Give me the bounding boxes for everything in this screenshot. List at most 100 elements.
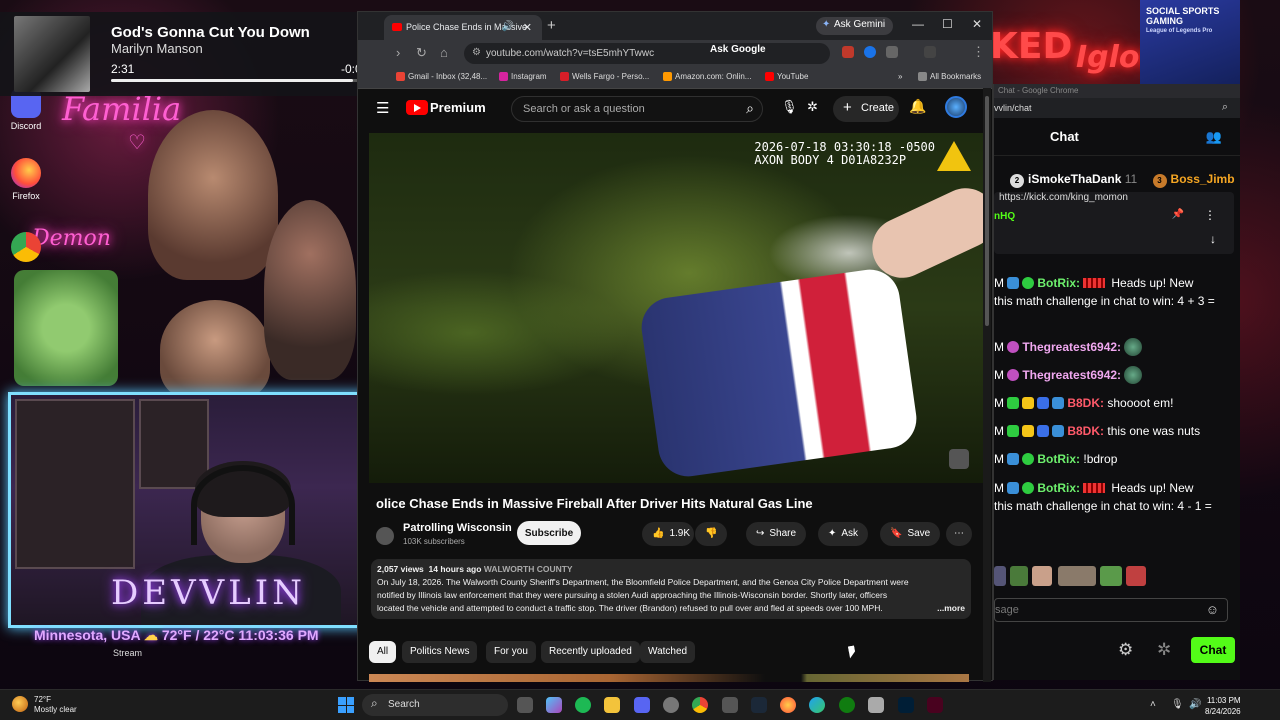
extension-icon[interactable] — [864, 46, 876, 58]
emote-icon[interactable] — [1010, 566, 1028, 586]
copilot-icon[interactable] — [546, 697, 562, 713]
desktop-icon-firefox[interactable]: Firefox — [6, 158, 46, 201]
chip-politics-news[interactable]: Politics News — [402, 641, 478, 663]
page-scrollbar[interactable] — [983, 88, 991, 682]
chip-for-you[interactable]: For you — [486, 641, 536, 663]
chat-username[interactable]: Thegreatest6942: — [1022, 340, 1121, 354]
pinned-message[interactable]: https://kick.com/king_momon nHQ 📌 ⋮ ↓ — [994, 192, 1234, 254]
profile-icon[interactable] — [924, 46, 936, 58]
volume-icon[interactable]: 🔊 — [1189, 699, 1201, 710]
pin-icon[interactable]: 📌 — [1172, 209, 1184, 220]
bookmark-instagram[interactable]: Instagram — [499, 72, 547, 81]
minimize-button[interactable]: — — [912, 17, 924, 31]
app-icon[interactable] — [868, 697, 884, 713]
file-explorer-icon[interactable] — [604, 697, 620, 713]
taskbar-search[interactable]: ⌕ Search — [362, 694, 508, 716]
leader-name[interactable]: Boss_Jimb — [1171, 172, 1235, 186]
chat-username[interactable]: BotRix: — [1037, 276, 1080, 290]
description-box[interactable]: 2,057 views 14 hours ago WALWORTH COUNTY… — [371, 559, 971, 619]
taskbar-clock[interactable]: 11:03 PM 8/24/2026 — [1205, 695, 1241, 717]
all-bookmarks[interactable]: All Bookmarks — [918, 72, 981, 81]
menu-icon[interactable]: ☰ — [376, 99, 389, 117]
dislike-button[interactable]: 👎 — [695, 522, 727, 546]
reload-icon[interactable]: ↻ — [416, 45, 427, 61]
gem-icon[interactable]: ✲ — [807, 99, 818, 115]
start-button[interactable] — [338, 697, 354, 713]
more-link[interactable]: ...more — [933, 602, 965, 615]
maximize-button[interactable]: ☐ — [942, 17, 953, 31]
settings-gear-icon[interactable]: ⚙ — [1118, 640, 1133, 660]
microphone-icon[interactable]: 🎙 — [1171, 699, 1184, 710]
tray-expand-icon[interactable]: ˄ — [1150, 699, 1156, 710]
chat-message-input[interactable]: sage ☺ — [994, 598, 1228, 622]
emote-icon[interactable] — [1032, 566, 1052, 586]
task-view-icon[interactable] — [517, 697, 533, 713]
tab-youtube[interactable]: Police Chase Ends in Massive 🔊 ✕ — [384, 15, 542, 40]
chat-username[interactable]: B8DK: — [1067, 424, 1104, 438]
channel-avatar[interactable] — [376, 527, 394, 545]
youtube-brand[interactable]: Premium — [430, 100, 486, 115]
close-window-button[interactable]: ✕ — [972, 17, 982, 31]
bookmark-youtube[interactable]: YouTube — [765, 72, 808, 81]
ask-button[interactable]: ✦ Ask — [818, 522, 869, 546]
share-button[interactable]: ↪ Share — [746, 522, 807, 546]
zoom-icon[interactable]: ⌕ — [1222, 101, 1228, 114]
search-icon[interactable]: ⌕ — [746, 100, 754, 117]
pinned-link[interactable]: https://kick.com/king_momon — [999, 192, 1128, 203]
channel-name[interactable]: Patrolling Wisconsin — [403, 522, 512, 534]
search-input[interactable]: Search or ask a question ⌕ — [511, 96, 763, 122]
taskbar-weather[interactable]: 72°F Mostly clear — [12, 695, 77, 715]
notifications-bell-icon[interactable]: 🔔 — [909, 98, 926, 115]
bookmark-wells-fargo[interactable]: Wells Fargo - Perso... — [560, 72, 649, 81]
edge-icon[interactable] — [809, 697, 825, 713]
more-options-icon[interactable]: ⋮ — [1204, 208, 1216, 222]
bookmarks-overflow-icon[interactable]: » — [886, 72, 902, 81]
save-button[interactable]: 🔖 Save — [880, 522, 941, 546]
chat-username[interactable]: BotRix: — [1037, 452, 1080, 466]
chat-username[interactable]: BotRix: — [1037, 481, 1080, 495]
store-icon[interactable] — [722, 697, 738, 713]
firefox-icon[interactable] — [780, 697, 796, 713]
emote-icon[interactable] — [1126, 566, 1146, 586]
xbox-icon[interactable] — [839, 697, 855, 713]
bot-icon[interactable]: ✲ — [1157, 640, 1171, 660]
bookmark-gmail[interactable]: Gmail - Inbox (32,48... — [396, 72, 487, 81]
description-tag[interactable]: WALWORTH COUNTY — [484, 564, 573, 574]
ask-gemini-button[interactable]: ✦ Ask Gemini — [816, 17, 894, 35]
leader-name[interactable]: iSmokeThaDank — [1028, 172, 1121, 186]
photoshop-icon[interactable] — [898, 697, 914, 713]
forward-button[interactable]: › — [396, 45, 400, 60]
chip-watched[interactable]: Watched — [640, 641, 696, 663]
expand-down-icon[interactable]: ↓ — [1210, 232, 1216, 246]
emoji-picker-icon[interactable]: ☺ — [1206, 602, 1219, 617]
subscribe-button[interactable]: Subscribe — [517, 521, 581, 545]
ask-google-button[interactable]: Ask Google — [710, 44, 766, 55]
like-button[interactable]: 👍 1.9K — [642, 522, 694, 546]
steam-icon[interactable] — [751, 697, 767, 713]
indesign-icon[interactable] — [927, 697, 943, 713]
chat-username[interactable]: B8DK: — [1067, 396, 1104, 410]
more-actions-button[interactable]: ⋯ — [946, 522, 972, 546]
new-tab-button[interactable]: + — [547, 17, 556, 34]
youtube-logo-icon[interactable] — [406, 100, 428, 115]
scrollbar-thumb[interactable] — [985, 96, 989, 326]
microphone-icon[interactable]: 🎙 — [781, 99, 798, 115]
bookmark-amazon[interactable]: Amazon.com: Onlin... — [663, 72, 751, 81]
spotify-icon[interactable] — [575, 697, 591, 713]
emote-icon[interactable] — [1058, 566, 1096, 586]
url-field[interactable]: ⚙ youtube.com/watch?v=tsE5mhYTwwc — [464, 43, 830, 64]
desktop-icon-chrome[interactable] — [6, 232, 46, 265]
users-icon[interactable]: 👥 — [1206, 129, 1222, 145]
home-icon[interactable]: ⌂ — [440, 45, 448, 60]
avatar[interactable] — [945, 96, 967, 118]
chip-recently-uploaded[interactable]: Recently uploaded — [541, 641, 640, 663]
send-chat-button[interactable]: Chat — [1191, 637, 1235, 663]
extension-icon[interactable] — [842, 46, 854, 58]
close-tab-icon[interactable]: ✕ — [523, 21, 532, 34]
chip-all[interactable]: All — [369, 641, 397, 663]
chat-username[interactable]: Thegreatest6942: — [1022, 368, 1121, 382]
create-button[interactable]: + Create — [833, 96, 899, 122]
more-menu-icon[interactable]: ⋮ — [972, 44, 985, 60]
recommended-thumbnails[interactable] — [369, 674, 969, 682]
extensions-puzzle-icon[interactable] — [886, 46, 898, 58]
